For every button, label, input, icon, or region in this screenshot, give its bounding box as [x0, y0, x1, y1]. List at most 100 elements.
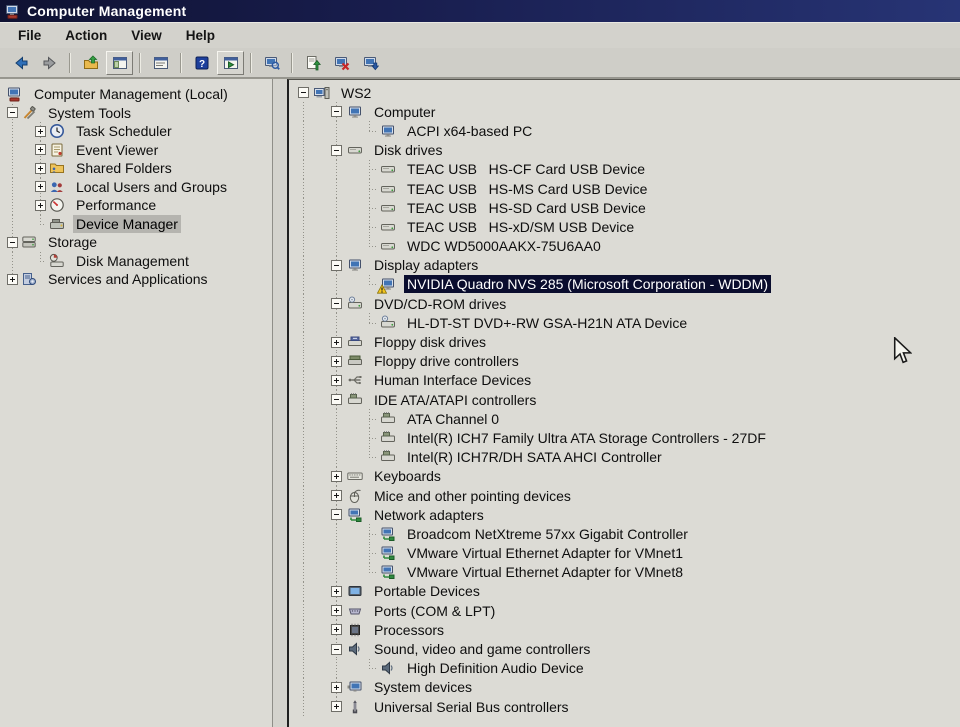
device-tree-row[interactable]: Universal Serial Bus controllers [289, 697, 960, 717]
device-tree-row[interactable]: Sound, video and game controllers [289, 639, 960, 659]
collapse-icon[interactable] [331, 394, 342, 406]
device-tree-row[interactable]: Computer [289, 102, 960, 122]
tree-indent-guide [294, 505, 327, 525]
device-tree-row[interactable]: NVIDIA Quadro NVS 285 (Microsoft Corpora… [289, 274, 960, 295]
help-button[interactable]: ? [188, 51, 215, 75]
device-tree-row[interactable]: System devices [289, 677, 960, 698]
pane-splitter[interactable] [273, 79, 287, 727]
tree-connector [360, 658, 378, 678]
device-tree-row[interactable]: Network adapters [289, 505, 960, 525]
device-tree-row[interactable]: Keyboards [289, 466, 960, 487]
up-one-level-button[interactable] [77, 51, 104, 75]
tree-indent-guide [294, 198, 327, 218]
device-tree-row[interactable]: ACPI x64-based PC [289, 121, 960, 141]
uninstall-device-button[interactable] [328, 51, 355, 75]
device-tree-row[interactable]: Floppy drive controllers [289, 351, 960, 372]
device-tree-row[interactable]: TEAC USB HS-MS Card USB Device [289, 178, 960, 199]
device-tree-row[interactable]: Ports (COM & LPT) [289, 601, 960, 621]
menu-file[interactable]: File [6, 25, 53, 46]
device-tree-row[interactable]: IDE ATA/ATAPI controllers [289, 390, 960, 410]
tree-connector [360, 178, 378, 199]
device-tree-row[interactable]: VMware Virtual Ethernet Adapter for VMne… [289, 562, 960, 583]
forward-button[interactable] [36, 51, 63, 75]
device-tree-row[interactable]: TEAC USB HS-SD Card USB Device [289, 198, 960, 218]
device-tree-row[interactable]: High Definition Audio Device [289, 658, 960, 679]
collapse-icon[interactable] [331, 259, 342, 271]
device-tree-row[interactable]: Portable Devices [289, 581, 960, 602]
console-tree-row[interactable]: Services and Applications [0, 270, 272, 289]
device-tree-row[interactable]: Broadcom NetXtreme 57xx Gigabit Controll… [289, 524, 960, 544]
console-tree-row[interactable]: System Tools [0, 103, 272, 123]
show-console-tree-button[interactable] [106, 50, 133, 75]
console-tree-row[interactable]: Shared Folders [0, 159, 272, 178]
menu-view[interactable]: View [119, 25, 174, 46]
expand-icon[interactable] [331, 374, 342, 386]
expand-icon[interactable] [331, 624, 342, 636]
device-tree-row[interactable]: Mice and other pointing devices [289, 485, 960, 506]
properties-button[interactable] [147, 51, 174, 75]
console-tree-row[interactable]: Device Manager [0, 214, 272, 234]
menu-action[interactable]: Action [53, 25, 119, 46]
update-driver-button[interactable] [299, 51, 326, 75]
collapse-icon[interactable] [298, 87, 309, 99]
console-tree-row[interactable]: Storage [0, 233, 272, 252]
show-action-pane-button[interactable] [217, 50, 244, 75]
toolbar-separator [250, 52, 252, 73]
expand-icon[interactable] [331, 470, 342, 482]
window-tree-icon [112, 55, 128, 71]
device-tree-row[interactable]: WS2 [289, 83, 960, 102]
collapse-icon[interactable] [7, 236, 18, 248]
expand-icon[interactable] [35, 125, 46, 137]
device-tree-row[interactable]: VMware Virtual Ethernet Adapter for VMne… [289, 543, 960, 563]
local-users-icon [49, 179, 67, 195]
device-tree-row[interactable]: Display adapters [289, 255, 960, 276]
expand-icon[interactable] [7, 273, 18, 285]
console-tree-row[interactable]: Local Users and Groups [0, 177, 272, 197]
tree-label: VMware Virtual Ethernet Adapter for VMne… [407, 545, 683, 562]
device-tree-row[interactable]: ATA Channel 0 [289, 409, 960, 429]
tree-label: ACPI x64-based PC [407, 122, 533, 139]
console-tree-row[interactable]: Computer Management (Local) [0, 85, 272, 104]
collapse-icon[interactable] [331, 106, 342, 118]
device-tree-row[interactable]: Human Interface Devices [289, 370, 960, 391]
console-tree-row[interactable]: Performance [0, 196, 272, 215]
collapse-icon[interactable] [331, 144, 342, 156]
device-tree-row[interactable]: Processors [289, 620, 960, 640]
device-tree-row[interactable]: Intel(R) ICH7 Family Ultra ATA Storage C… [289, 428, 960, 448]
console-tree-row[interactable]: Event Viewer [0, 140, 272, 160]
console-tree-row[interactable]: Task Scheduler [0, 122, 272, 141]
tree-indent-guide [294, 121, 327, 141]
expand-icon[interactable] [35, 144, 46, 156]
scan-hardware-changes-button[interactable] [258, 51, 285, 75]
expand-icon[interactable] [331, 585, 342, 597]
expand-icon[interactable] [331, 355, 342, 367]
device-tree-row[interactable]: WDC WD5000AAKX-75U6AA0 [289, 236, 960, 256]
collapse-icon[interactable] [331, 643, 342, 655]
expand-icon[interactable] [331, 490, 342, 502]
monitor-device-icon [347, 104, 365, 120]
back-button[interactable] [7, 51, 34, 75]
expand-icon[interactable] [331, 336, 342, 348]
device-tree-row[interactable]: Disk drives [289, 140, 960, 160]
device-tree-row[interactable]: HL-DT-ST DVD+-RW GSA-H21N ATA Device [289, 313, 960, 333]
device-tree-row[interactable]: Intel(R) ICH7R/DH SATA AHCI Controller [289, 447, 960, 467]
device-tree-row[interactable]: TEAC USB HS-xD/SM USB Device [289, 217, 960, 237]
device-tree-row[interactable]: TEAC USB HS-CF Card USB Device [289, 159, 960, 180]
console-tree-row[interactable]: Disk Management [0, 251, 272, 271]
expand-icon[interactable] [35, 181, 46, 193]
tree-label: High Definition Audio Device [407, 660, 584, 677]
collapse-icon[interactable] [7, 107, 18, 119]
expand-icon[interactable] [35, 162, 46, 174]
tree-connector [360, 524, 378, 544]
collapse-icon[interactable] [331, 298, 342, 310]
collapse-icon[interactable] [331, 509, 342, 521]
mouse-cursor [893, 337, 912, 364]
expand-icon[interactable] [331, 681, 342, 693]
disable-device-button[interactable] [357, 51, 384, 75]
expand-icon[interactable] [331, 605, 342, 617]
expand-icon[interactable] [331, 701, 342, 713]
device-tree-row[interactable]: DVD/CD-ROM drives [289, 294, 960, 314]
device-tree-row[interactable]: Floppy disk drives [289, 332, 960, 352]
menu-help[interactable]: Help [174, 25, 227, 46]
expand-icon[interactable] [35, 199, 46, 211]
